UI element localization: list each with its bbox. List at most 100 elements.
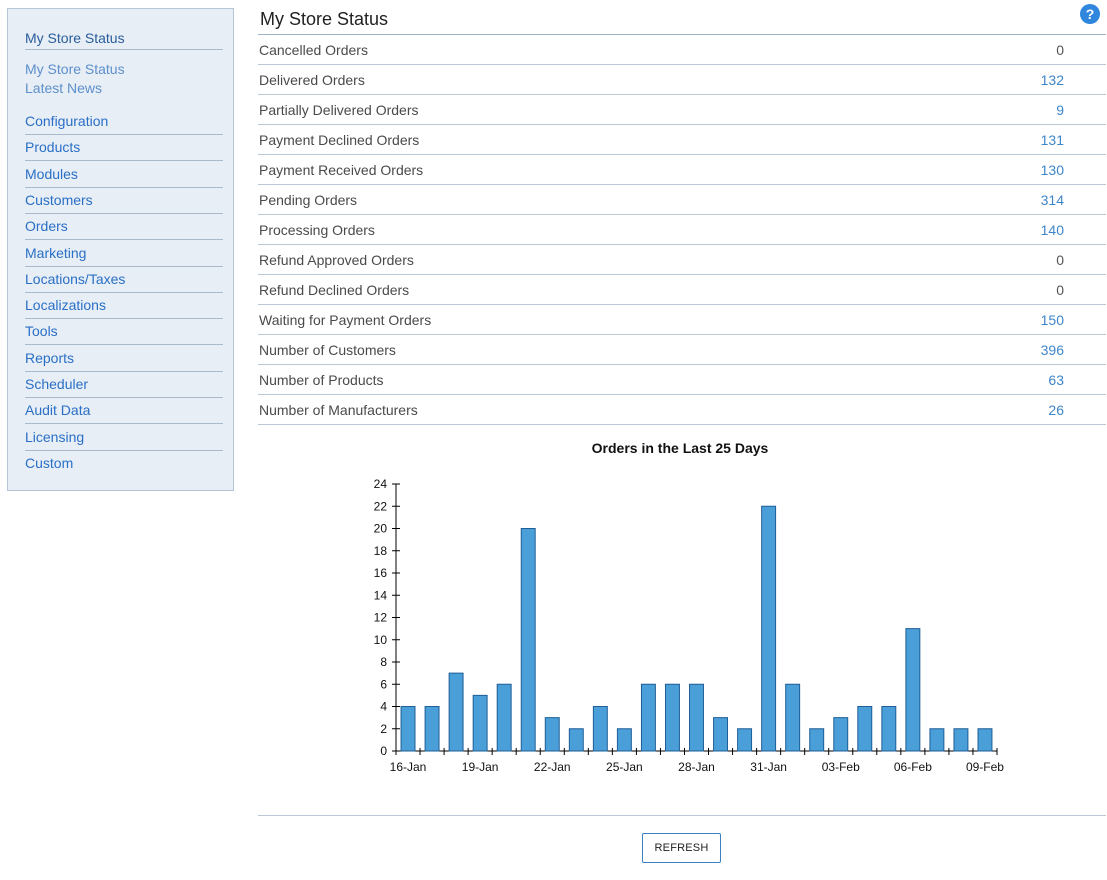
table-row: Pending Orders 314 (258, 185, 1106, 215)
help-icon[interactable]: ? (1080, 4, 1100, 24)
stat-value[interactable]: 132 (1041, 71, 1064, 89)
table-row: Waiting for Payment Orders 150 (258, 305, 1106, 335)
stat-label: Refund Approved Orders (259, 252, 414, 268)
stat-label: Payment Declined Orders (259, 132, 420, 148)
table-row: Payment Received Orders 130 (258, 155, 1106, 185)
sidebar-item-custom[interactable]: Custom (25, 451, 223, 477)
bar-28-Jan (689, 683, 704, 752)
sidebar-item-label: Reports (25, 349, 75, 366)
footer-divider (258, 815, 1106, 816)
table-row: Payment Declined Orders 131 (258, 125, 1106, 155)
bar-05-Feb (881, 706, 897, 752)
bar-20-Jan (496, 683, 512, 752)
sidebar-item-label: Licensing (25, 428, 85, 445)
stat-value[interactable]: 63 (1048, 371, 1064, 389)
table-row: Delivered Orders 132 (258, 65, 1106, 95)
sidebar-item-reports[interactable]: Reports (25, 346, 223, 372)
sidebar-item-label: Products (25, 139, 81, 156)
x-tick-label: 19-Jan (462, 760, 499, 774)
bar-09-Feb (977, 728, 993, 752)
sidebar-item-label: Scheduler (25, 376, 89, 392)
x-tick-label: 09-Feb (966, 760, 1004, 774)
sidebar-item-label: Customers (25, 191, 93, 208)
bar-22-Jan (544, 717, 560, 752)
sidebar-item-scheduler[interactable]: Scheduler (25, 372, 223, 398)
y-tick-label: 14 (374, 588, 388, 602)
store-status-table: Cancelled Orders 0 Delivered Orders 132 Part… (258, 35, 1106, 425)
sidebar-item-label: Localizations (25, 297, 106, 314)
sidebar-item-orders[interactable]: Orders (25, 214, 223, 241)
bar-08-Feb (953, 728, 969, 752)
sidebar-header-divider (25, 49, 223, 50)
bar-24-Jan (592, 706, 608, 752)
bar-27-Jan (664, 683, 680, 752)
bar-25-Jan (616, 728, 632, 752)
bar-17-Jan (424, 706, 440, 752)
stat-value[interactable]: 130 (1041, 161, 1064, 179)
sidebar-item-label: Audit Data (25, 402, 91, 419)
y-tick-label: 6 (380, 677, 387, 691)
sidebar-item-marketing[interactable]: Marketing (25, 241, 223, 267)
sidebar-item-licensing[interactable]: Licensing (25, 425, 223, 451)
sidebar-item-label: Custom (25, 454, 74, 471)
stat-value[interactable]: 150 (1041, 311, 1064, 329)
y-tick-label: 0 (380, 744, 387, 758)
table-row: Processing Orders 140 (258, 215, 1106, 245)
stat-value: 0 (1056, 252, 1064, 268)
sidebar-item-customers[interactable]: Customers (25, 188, 223, 214)
stat-value: 0 (1056, 282, 1064, 298)
sidebar-link-my-store-status[interactable]: My Store Status (25, 59, 125, 79)
bar-02-Feb (809, 728, 825, 752)
sidebar-item-audit-data[interactable]: Audit Data (25, 398, 223, 425)
bar-03-Feb (833, 717, 849, 752)
stat-value[interactable]: 396 (1041, 341, 1064, 359)
x-tick-label: 22-Jan (534, 760, 571, 774)
sidebar-item-label: Orders (25, 218, 68, 235)
bar-29-Jan (713, 717, 729, 752)
table-row: Refund Declined Orders 0 (258, 275, 1106, 305)
stat-value[interactable]: 131 (1041, 131, 1064, 149)
bar-19-Jan (472, 694, 488, 752)
y-tick-label: 18 (374, 544, 388, 558)
y-tick-label: 22 (374, 499, 388, 513)
sidebar-item-locations-taxes[interactable]: Locations/Taxes (25, 267, 223, 293)
bar-16-Jan (400, 706, 416, 752)
stat-label: Number of Manufacturers (259, 402, 418, 418)
bar-07-Feb (929, 728, 945, 752)
y-tick-label: 4 (380, 700, 387, 714)
sidebar-header[interactable]: My Store Status (25, 28, 223, 48)
stat-label: Waiting for Payment Orders (259, 312, 432, 328)
y-tick-label: 10 (374, 633, 388, 647)
sidebar-item-label: Marketing (25, 244, 87, 261)
refresh-button[interactable]: REFRESH (642, 833, 721, 863)
stat-value[interactable]: 314 (1041, 191, 1064, 209)
sidebar-item-localizations[interactable]: Localizations (25, 293, 223, 320)
stat-label: Number of Customers (259, 342, 396, 358)
sidebar-item-configuration[interactable]: Configuration (25, 109, 223, 135)
y-tick-label: 24 (374, 477, 388, 491)
x-tick-label: 16-Jan (390, 760, 427, 774)
y-tick-label: 16 (374, 566, 388, 580)
stat-label: Payment Received Orders (259, 162, 424, 178)
stat-label: Processing Orders (259, 222, 375, 238)
bar-06-Feb (905, 628, 921, 752)
stat-value[interactable]: 26 (1048, 401, 1064, 419)
sidebar-item-label: Configuration (25, 113, 109, 129)
table-row: Number of Products 63 (258, 365, 1106, 395)
sidebar-item-label: Tools (25, 323, 58, 340)
sidebar-link-latest-news[interactable]: Latest News (25, 78, 102, 98)
sidebar-item-modules[interactable]: Modules (25, 162, 223, 188)
table-row: Partially Delivered Orders 9 (258, 95, 1106, 125)
bar-18-Jan (448, 672, 464, 752)
sidebar: My Store Status My Store Status Latest N… (7, 8, 234, 491)
sidebar-item-products[interactable]: Products (25, 135, 223, 162)
stat-label: Cancelled Orders (259, 42, 368, 58)
x-tick-label: 25-Jan (606, 760, 643, 774)
stat-value[interactable]: 140 (1041, 221, 1064, 239)
sidebar-item-tools[interactable]: Tools (25, 319, 223, 346)
orders-chart: 0 2 4 6 8 10 12 14 16 18 20 22 24 16-Jan 19-Jan 22-Jan 2… (340, 432, 1020, 802)
table-row: Number of Manufacturers 26 (258, 395, 1106, 425)
x-tick-label: 03-Feb (822, 760, 860, 774)
sidebar-item-label: Locations/Taxes (25, 270, 126, 287)
stat-value[interactable]: 9 (1056, 101, 1064, 119)
